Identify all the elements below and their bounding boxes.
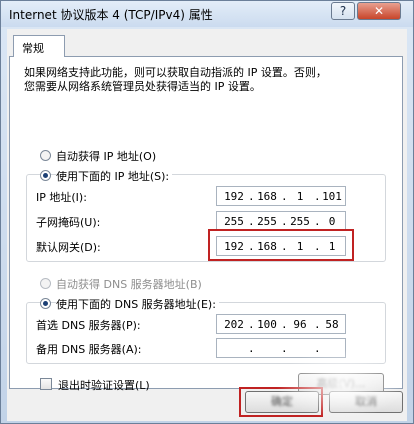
validate-checkbox[interactable]	[40, 378, 52, 390]
ip-octet-2: 168	[257, 190, 277, 203]
ip-octet-4: 101	[322, 190, 342, 203]
manual-ip-radio[interactable]	[40, 170, 51, 181]
ip-octet-3: 1	[296, 190, 304, 203]
dns1-octet-2: 100	[257, 318, 277, 331]
ip-address-field[interactable]: 192 . 168 . 1 . 101	[216, 186, 346, 206]
auto-ip-label[interactable]: 自动获得 IP 地址(O)	[56, 148, 156, 164]
intro-line-2: 您需要从网络系统管理员处获得适当的 IP 设置。	[24, 80, 261, 93]
alternate-dns-field[interactable]: . . .	[216, 338, 346, 358]
dialog-window: Internet 协议版本 4 (TCP/IPv4) 属性 ? ✕ 常规 如果网…	[0, 0, 414, 424]
dns1-octet-4: 58	[325, 318, 339, 331]
ip-address-label: IP 地址(I):	[36, 191, 87, 204]
manual-dns-label[interactable]: 使用下面的 DNS 服务器地址(E):	[56, 296, 219, 312]
dns1-octet-1: 202	[224, 318, 244, 331]
intro-line-1: 如果网络支持此功能，则可以获取自动指派的 IP 设置。否则，	[24, 66, 327, 79]
intro-text: 如果网络支持此功能，则可以获取自动指派的 IP 设置。否则， 您需要从网络系统管…	[24, 66, 384, 94]
general-panel: 如果网络支持此功能，则可以获取自动指派的 IP 设置。否则， 您需要从网络系统管…	[9, 56, 403, 395]
title-bar: Internet 协议版本 4 (TCP/IPv4) 属性 ? ✕	[1, 1, 413, 27]
advanced-button-label: 高级(V)...	[316, 377, 366, 390]
tab-general[interactable]: 常规	[13, 35, 65, 57]
dns2-dot: .	[281, 342, 288, 355]
help-button[interactable]: ?	[331, 2, 355, 20]
ip-octet-1: 192	[224, 190, 244, 203]
window-title: Internet 协议版本 4 (TCP/IPv4) 属性	[9, 8, 213, 22]
manual-ip-label[interactable]: 使用下面的 IP 地址(S):	[56, 168, 173, 184]
mask-octet-3: 255	[290, 215, 310, 228]
preferred-dns-label: 首选 DNS 服务器(P):	[36, 319, 141, 332]
cancel-button-label: 取消	[355, 395, 377, 408]
cancel-button[interactable]: 取消	[329, 391, 403, 413]
dns2-dot: .	[248, 342, 255, 355]
auto-dns-label[interactable]: 自动获得 DNS 服务器地址(B)	[56, 276, 202, 292]
gateway-highlight-box	[208, 229, 354, 261]
close-button[interactable]: ✕	[357, 2, 401, 20]
subnet-mask-label: 子网掩码(U):	[36, 216, 101, 229]
mask-octet-2: 255	[257, 215, 277, 228]
mask-octet-1: 255	[224, 215, 244, 228]
auto-ip-radio[interactable]	[40, 150, 51, 161]
manual-dns-radio[interactable]	[40, 298, 51, 309]
dns1-octet-3: 96	[293, 318, 307, 331]
dns2-dot: .	[314, 342, 321, 355]
gateway-label: 默认网关(D):	[36, 241, 101, 254]
auto-dns-radio[interactable]	[40, 278, 51, 289]
ok-highlight-box	[239, 387, 323, 417]
validate-label[interactable]: 退出时验证设置(L)	[58, 377, 150, 393]
alternate-dns-label: 备用 DNS 服务器(A):	[36, 343, 142, 356]
preferred-dns-field[interactable]: 202 . 100 . 96 . 58	[216, 314, 346, 334]
dialog-client: 常规 如果网络支持此功能，则可以获取自动指派的 IP 设置。否则， 您需要从网络…	[7, 29, 407, 421]
mask-octet-4: 0	[328, 215, 336, 228]
subnet-mask-field[interactable]: 255 . 255 . 255 . 0	[216, 211, 346, 231]
